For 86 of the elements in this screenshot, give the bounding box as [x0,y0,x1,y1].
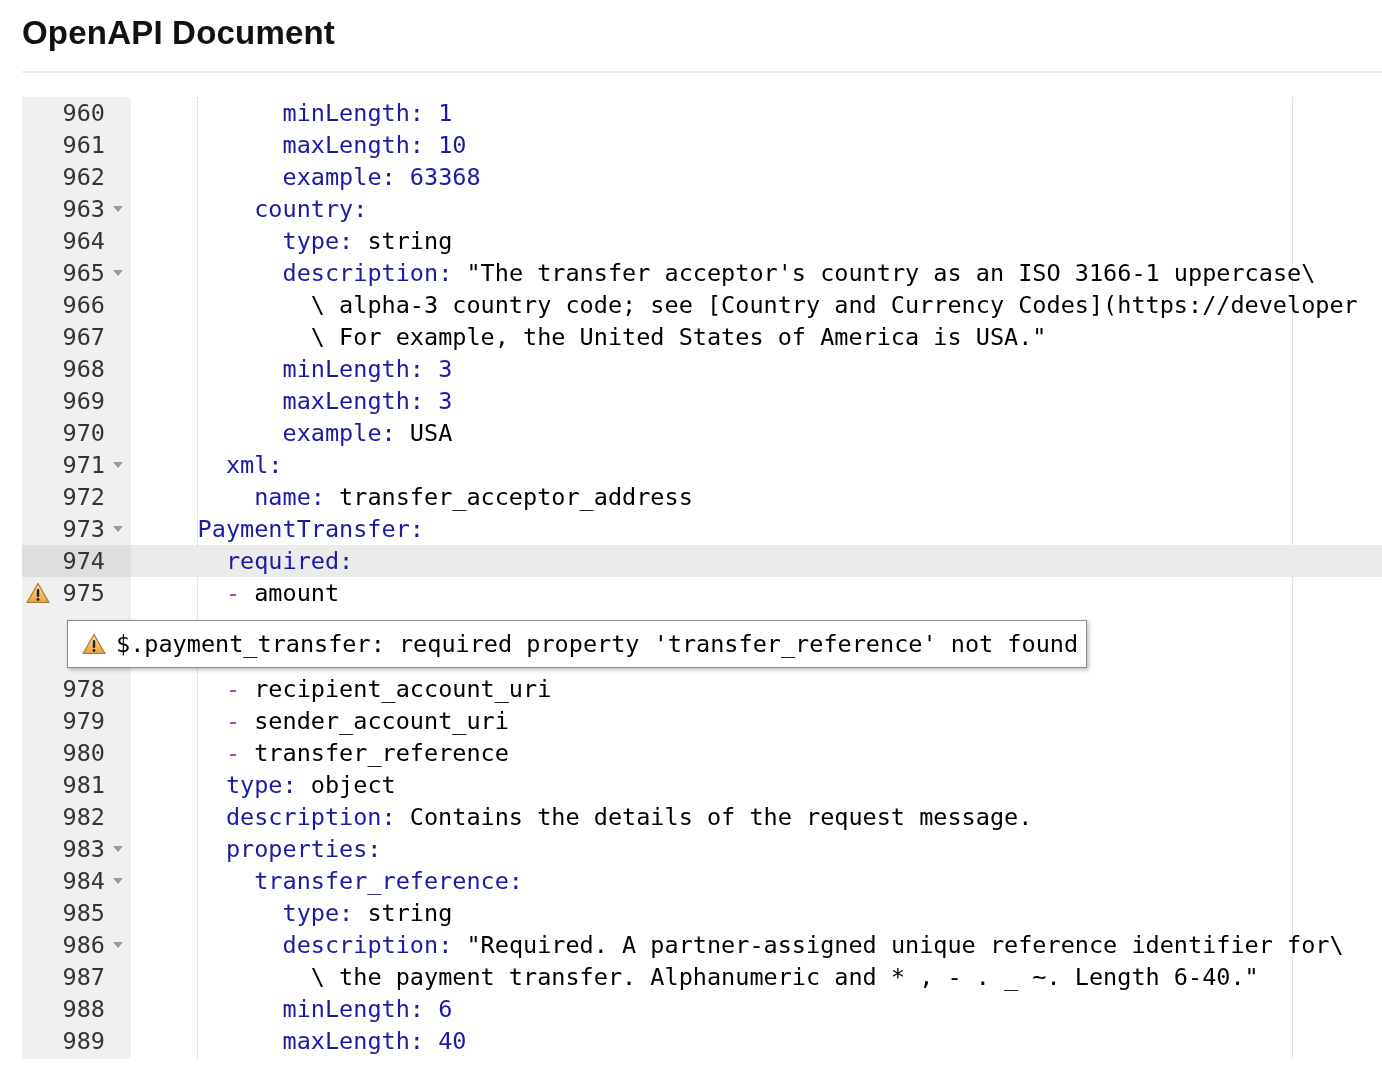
line-number: 970 [62,419,105,447]
yaml-value: 6 [438,995,453,1023]
line-number: 972 [62,483,105,511]
yaml-key: maxLength: [282,131,424,159]
yaml-value: "Required. A partner-assigned unique reference identifier for\ [466,931,1344,959]
line-number: 963 [62,195,105,223]
fold-arrow-icon[interactable] [113,526,123,532]
yaml-key: country: [254,195,368,223]
fold-arrow-icon[interactable] [113,270,123,276]
line-number: 968 [62,355,105,383]
yaml-key: required: [225,547,354,575]
yaml-value: amount [254,579,340,607]
line-number: 960 [62,99,105,127]
yaml-value: \ the payment transfer. Alphanumeric and * , - . _ ~. Length 6-40." [310,963,1259,991]
yaml-key: description: [282,259,453,287]
yaml-value: 3 [438,355,453,383]
list-dash: - [225,579,241,607]
line-number: 984 [62,867,105,895]
list-dash: - [225,675,241,703]
line-number: 965 [62,259,105,287]
yaml-key: name: [254,483,325,511]
fold-arrow-icon[interactable] [113,462,123,468]
line-number: 979 [62,707,105,735]
line-number: 983 [62,835,105,863]
line-number: 978 [62,675,105,703]
yaml-key: description: [282,931,453,959]
yaml-key: example: [282,163,396,191]
yaml-key: example: [282,419,396,447]
line-number: 973 [62,515,105,543]
tooltip-message: $.payment_transfer: required property 'transfer_reference' not found [116,630,1079,658]
yaml-value: transfer_reference [254,739,509,767]
yaml-value: 3 [438,387,453,415]
line-number: 961 [62,131,105,159]
line-number: 989 [62,1027,105,1055]
yaml-value: 1 [438,99,453,127]
yaml-value: string [367,899,453,927]
yaml-value: 63368 [409,163,481,191]
fold-arrow-icon[interactable] [113,846,123,852]
yaml-key: PaymentTransfer: [197,515,424,543]
yaml-key: properties: [225,835,382,863]
yaml-value: \ alpha-3 country code; see [Country and Currency Codes](https://developer [310,291,1358,319]
warning-icon[interactable] [26,582,50,604]
line-number: 981 [62,771,105,799]
line-number: 969 [62,387,105,415]
line-number: 985 [62,899,105,927]
yaml-key: type: [225,771,297,799]
yaml-key: maxLength: [282,387,424,415]
yaml-value: Contains the details of the request message. [409,803,1033,831]
fold-arrow-icon[interactable] [113,878,123,884]
line-number: 964 [62,227,105,255]
fold-arrow-icon[interactable] [113,206,123,212]
line-number: 967 [62,323,105,351]
yaml-key: description: [225,803,396,831]
yaml-value: string [367,227,453,255]
yaml-value: transfer_acceptor_address [339,483,693,511]
line-number: 986 [62,931,105,959]
yaml-value: "The transfer acceptor's country as an ISO 3166-1 uppercase\ [466,259,1316,287]
yaml-key: minLength: [282,355,424,383]
line-number: 974 [62,547,105,575]
yaml-value: object [310,771,396,799]
line-number: 975 [62,579,105,607]
yaml-value: recipient_account_uri [254,675,552,703]
yaml-value: USA [409,419,453,447]
yaml-value: \ For example, the United States of America is USA." [310,323,1047,351]
yaml-key: maxLength: [282,1027,424,1055]
warning-icon [82,633,106,655]
yaml-key: transfer_reference: [254,867,523,895]
line-number: 971 [62,451,105,479]
line-number: 980 [62,739,105,767]
yaml-value: 10 [438,131,467,159]
list-dash: - [225,707,241,735]
yaml-value: 40 [438,1027,467,1055]
line-number: 987 [62,963,105,991]
yaml-key: type: [282,899,354,927]
yaml-key: type: [282,227,354,255]
yaml-key: minLength: [282,99,424,127]
fold-arrow-icon[interactable] [113,942,123,948]
line-number: 966 [62,291,105,319]
line-number: 982 [62,803,105,831]
line-number: 988 [62,995,105,1023]
yaml-key: xml: [225,451,283,479]
page-title: OpenAPI Document [22,13,336,52]
list-dash: - [225,739,241,767]
yaml-key: minLength: [282,995,424,1023]
line-number: 962 [62,163,105,191]
yaml-value: sender_account_uri [254,707,509,735]
